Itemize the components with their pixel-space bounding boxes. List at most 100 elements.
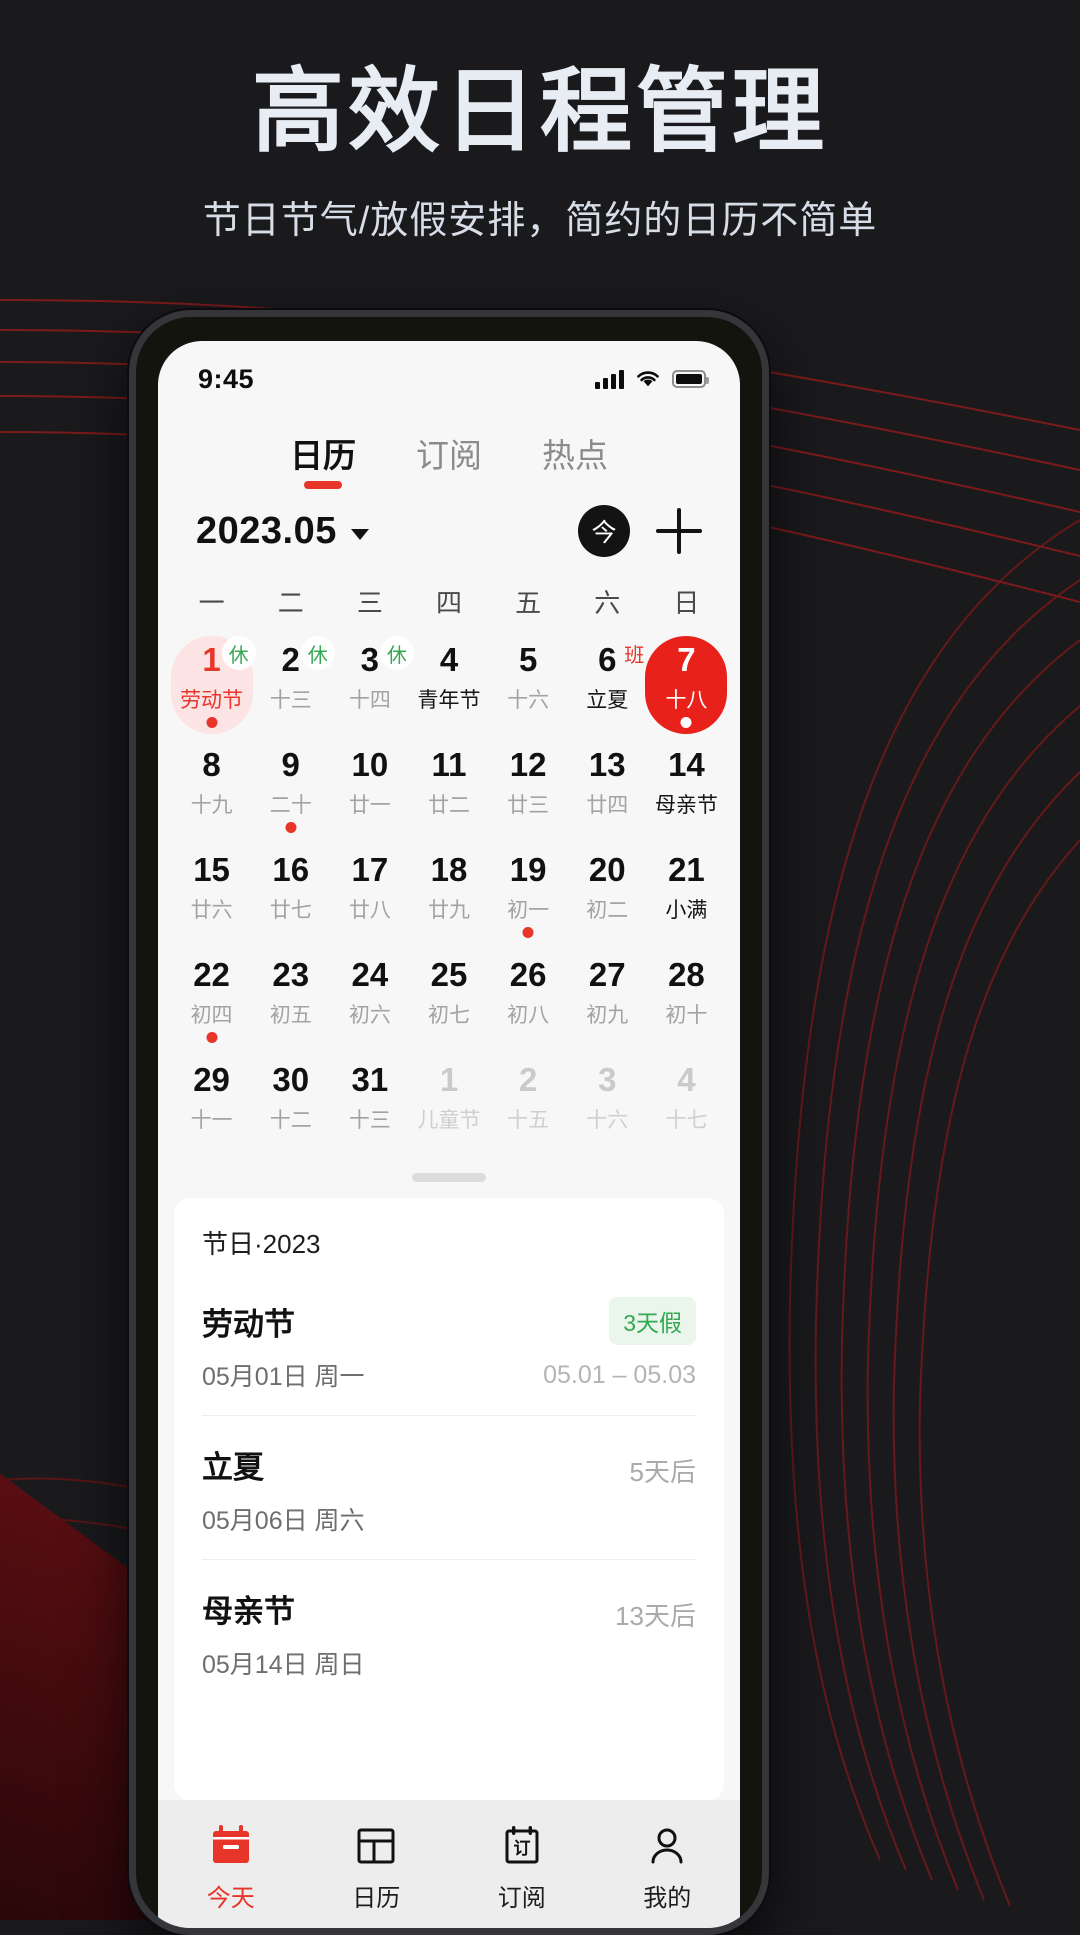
holiday-row-top: 立夏 5天后: [202, 1442, 696, 1489]
holiday-date: 05月06日 周六: [202, 1507, 365, 1535]
day-lunar-label: 初四: [190, 1003, 233, 1027]
calendar-day-cell[interactable]: 21 小满: [647, 844, 726, 949]
day-number: 1: [439, 1061, 459, 1098]
day-lunar-label: 立夏: [586, 688, 629, 712]
day-lunar-label: 初七: [427, 1003, 470, 1027]
day-number: 2: [518, 1061, 538, 1098]
calendar-day-cell[interactable]: 12 廿三: [489, 739, 568, 844]
nav-item-calendar-label: 日历: [352, 1885, 401, 1912]
calendar-day-cell[interactable]: 31 十三: [330, 1054, 409, 1159]
calendar-day-cell[interactable]: 13 廿四: [568, 739, 647, 844]
calendar-week-row: 22 初四 23 初五 24 初六 25 初七 26 初八 27 初九 28 初十: [172, 949, 726, 1054]
day-lunar-label: 初一: [507, 898, 550, 922]
calendar-week-row: 29 十一 30 十二 31 十三 1 儿童节 2 十五 3 十六 4 十七: [172, 1054, 726, 1159]
day-lunar-label: 二十: [269, 793, 312, 817]
day-lunar-label: 十一: [190, 1108, 233, 1132]
holiday-row[interactable]: 劳动节 3天假 05月01日 周一 05.01 – 05.03: [202, 1271, 696, 1416]
day-lunar-label: 十五: [507, 1108, 550, 1132]
today-button[interactable]: 今: [578, 505, 630, 557]
nav-item-today[interactable]: 今天: [158, 1823, 304, 1913]
nav-item-profile[interactable]: 我的: [595, 1823, 741, 1913]
calendar-day-cell[interactable]: 30 十二: [251, 1054, 330, 1159]
calendar-day-cell[interactable]: 3 十四 休: [330, 634, 414, 739]
calendar-day-cell[interactable]: 28 初十: [647, 949, 726, 1054]
nav-item-subscribe[interactable]: 订 订阅: [449, 1823, 595, 1913]
day-number: 13: [588, 746, 626, 783]
weekday-header-row: 一二三四五六日: [172, 575, 726, 628]
calendar-day-cell[interactable]: 22 初四: [172, 949, 251, 1054]
day-lunar-label: 廿二: [427, 793, 470, 817]
day-number: 9: [281, 746, 300, 783]
phone-frame: 9:45 日历 订阅 热点 2023.05 今 一 二 三 四 五 六 日 1 …: [129, 310, 769, 1935]
calendar-day-cell[interactable]: 1 劳动节 休: [170, 634, 256, 739]
calendar-day-cell[interactable]: 1 儿童节: [409, 1054, 488, 1159]
day-number: 26: [509, 956, 547, 993]
holiday-name: 母亲节: [202, 1594, 295, 1629]
day-number: 4: [677, 1061, 696, 1098]
day-lunar-label: 初五: [269, 1003, 312, 1027]
holiday-date-range: 05.01 – 05.03: [543, 1360, 696, 1389]
holiday-card: 节日·2023 劳动节 3天假 05月01日 周一 05.01 – 05.03 立夏 5天…: [174, 1198, 724, 1800]
weekday-header: 四: [435, 588, 462, 618]
holiday-row[interactable]: 立夏 5天后 05月06日 周六: [202, 1416, 696, 1560]
month-selector[interactable]: 2023.05: [196, 510, 369, 553]
day-lunar-label: 廿六: [190, 898, 233, 922]
day-lunar-label: 母亲节: [654, 793, 718, 817]
day-number: 21: [668, 851, 705, 888]
calendar-day-cell[interactable]: 18 廿九: [409, 844, 488, 949]
tab-hotspot[interactable]: 热点: [540, 425, 610, 491]
day-number: 22: [193, 956, 230, 993]
calendar-day-cell[interactable]: 29 十一: [172, 1054, 251, 1159]
day-lunar-label: 十二: [269, 1108, 312, 1132]
day-lunar-label: 廿四: [586, 793, 629, 817]
calendar-day-cell[interactable]: 7 十八: [645, 634, 728, 739]
day-number: 23: [272, 956, 310, 993]
holiday-row[interactable]: 母亲节 13天后 05月14日 周日: [202, 1560, 696, 1703]
calendar-day-cell[interactable]: 2 十三 休: [251, 634, 335, 739]
event-dot: [206, 1032, 218, 1043]
day-lunar-label: 十八: [665, 688, 708, 712]
weekday-header: 二: [277, 588, 304, 618]
calendar-day-cell[interactable]: 4 青年节: [409, 634, 488, 739]
calendar-day-cell[interactable]: 14 母亲节: [647, 739, 726, 844]
holiday-list: 劳动节 3天假 05月01日 周一 05.01 – 05.03 立夏 5天后 05月06日 …: [202, 1271, 696, 1703]
tab-subscribe[interactable]: 订阅: [414, 425, 484, 491]
calendar-day-cell[interactable]: 5 十六: [489, 634, 568, 739]
holiday-date: 05月14日 周日: [202, 1651, 365, 1679]
calendar-day-cell[interactable]: 27 初九: [568, 949, 647, 1054]
calendar-day-cell[interactable]: 17 廿八: [330, 844, 409, 949]
weekday-header: 日: [673, 588, 700, 618]
day-lunar-label: 初八: [507, 1003, 550, 1027]
day-lunar-label: 十七: [665, 1108, 708, 1132]
calendar-day-cell[interactable]: 6 立夏班: [568, 634, 647, 739]
calendar-day-cell[interactable]: 2 十五: [489, 1054, 568, 1159]
day-lunar-label: 十六: [507, 688, 550, 712]
battery-full-icon: [672, 370, 709, 388]
tab-subscribe-label: 订阅: [416, 437, 482, 474]
day-number: 17: [351, 851, 389, 888]
calendar-day-cell[interactable]: 26 初八: [489, 949, 568, 1054]
sheet-drag-handle[interactable]: [412, 1173, 486, 1182]
calendar-day-cell[interactable]: 23 初五: [251, 949, 330, 1054]
calendar-day-cell[interactable]: 19 初一: [489, 844, 568, 949]
day-number: 5: [518, 641, 538, 678]
add-event-button[interactable]: [656, 508, 702, 554]
calendar-day-cell[interactable]: 10 廿一: [330, 739, 409, 844]
calendar-day-cell[interactable]: 3 十六: [568, 1054, 647, 1159]
restday-badge: 休: [221, 636, 256, 670]
nav-item-calendar[interactable]: 日历: [304, 1823, 450, 1913]
day-lunar-label: 劳动节: [180, 688, 244, 712]
calendar-day-cell[interactable]: 24 初六: [330, 949, 409, 1054]
holiday-card-title: 节日·2023: [202, 1229, 321, 1259]
calendar-day-cell[interactable]: 20 初二: [568, 844, 647, 949]
calendar-day-cell[interactable]: 16 廿七: [251, 844, 330, 949]
calendar-day-cell[interactable]: 9 二十: [251, 739, 330, 844]
calendar-grid: 一二三四五六日 1 劳动节 休 2 十三休 3 十四休 4 青年节 5 十六 6 立夏班 7 十八 8 十九 9 二…: [158, 563, 740, 1159]
calendar-day-cell[interactable]: 11 廿二: [409, 739, 488, 844]
calendar-day-cell[interactable]: 8 十九: [172, 739, 251, 844]
calendar-day-cell[interactable]: 25 初七: [409, 949, 488, 1054]
calendar-day-cell[interactable]: 4 十七: [647, 1054, 726, 1159]
calendar-day-cell[interactable]: 15 廿六: [172, 844, 251, 949]
calendar-grid-icon: [357, 1828, 395, 1864]
tab-calendar[interactable]: 日历: [288, 425, 358, 491]
